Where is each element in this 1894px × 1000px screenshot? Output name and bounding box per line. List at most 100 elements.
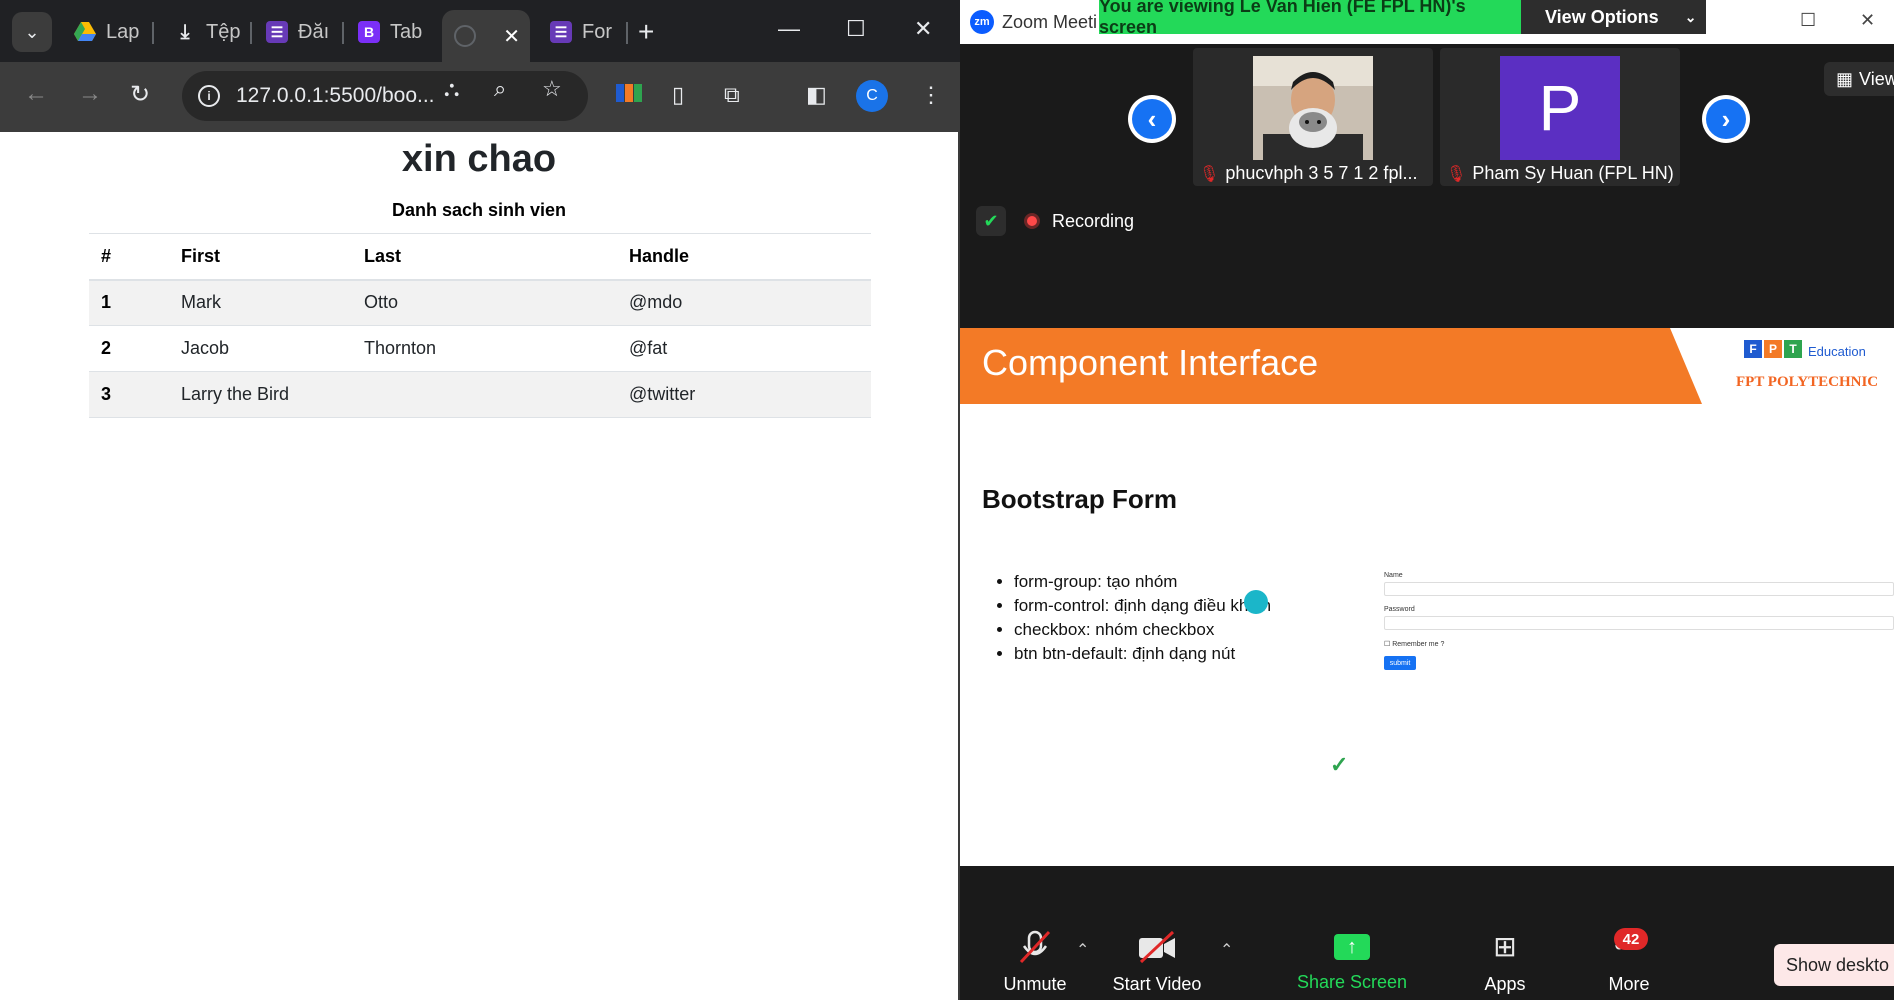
- tab-separator: [152, 22, 154, 44]
- tab-forms-1[interactable]: ☰ Đăı: [254, 12, 340, 52]
- zoom-logo: zm: [970, 10, 994, 34]
- web-page: xin chao Danh sach sinh vien # First Las…: [0, 132, 958, 1000]
- fpt-extension-icon[interactable]: [616, 82, 642, 108]
- tab-bootstrap[interactable]: B Tab: [346, 12, 432, 52]
- table-cell: Otto: [352, 279, 617, 326]
- presenter-cursor: [1244, 590, 1268, 614]
- column-header: Handle: [617, 233, 871, 281]
- tab-search-button[interactable]: ⌄: [12, 12, 52, 52]
- grid-icon: ▦: [1836, 68, 1854, 89]
- video-options-caret-icon[interactable]: ⌃: [1220, 940, 1233, 960]
- form-field: [1384, 582, 1894, 596]
- share-screen-icon: ↑: [1334, 934, 1370, 960]
- tab-label: For: [582, 20, 612, 43]
- address-text[interactable]: 127.0.0.1:5500/boo...: [236, 84, 435, 108]
- download-icon: ⤓: [180, 20, 190, 43]
- view-options-label: View Options: [1545, 6, 1659, 27]
- zoom-window-title: Zoom Meeti: [1002, 12, 1098, 32]
- apps-button[interactable]: ⊞ Apps: [1450, 930, 1560, 995]
- recording-indicator[interactable]: Recording: [1024, 206, 1134, 236]
- back-icon[interactable]: ←: [24, 80, 48, 108]
- mic-off-icon: 🎙: [1199, 165, 1220, 183]
- site-info-icon[interactable]: i: [198, 85, 220, 107]
- unmute-button[interactable]: Unmute: [980, 930, 1090, 995]
- zoom-icon[interactable]: ⌕: [494, 76, 506, 102]
- table-row: 3 Larry the Bird @twitter: [89, 371, 871, 418]
- security-shield-icon[interactable]: ✔: [976, 206, 1006, 236]
- start-video-button[interactable]: Start Video: [1102, 930, 1212, 995]
- mic-muted-icon: [1015, 930, 1055, 964]
- table-cell: 1: [89, 279, 169, 326]
- checkmark-icon: ✓: [1330, 752, 1349, 777]
- table-cell: Larry the Bird: [169, 371, 352, 418]
- menu-icon[interactable]: ⋮: [920, 82, 942, 108]
- table-cell: Thornton: [352, 325, 617, 372]
- gallery-view-button[interactable]: ▦ View: [1824, 62, 1894, 96]
- table-cell: @mdo: [617, 279, 871, 326]
- participant-name: 🎙 Pham Sy Huan (FPL HN): [1446, 163, 1674, 184]
- mic-off-icon: 🎙: [1446, 165, 1467, 183]
- close-tab-icon[interactable]: ✕: [503, 24, 520, 49]
- translate-icon[interactable]: ⛬: [444, 76, 459, 102]
- tab-label: Tệp: [206, 20, 241, 43]
- device-icon[interactable]: ▯: [672, 82, 684, 108]
- show-desktop-button[interactable]: Show deskto: [1774, 944, 1894, 986]
- tab-downloads[interactable]: ⤓ Tệp: [162, 12, 248, 52]
- view-options-button[interactable]: View Options ⌄: [1521, 0, 1706, 34]
- start-video-label: Start Video: [1112, 974, 1202, 994]
- chrome-window: ⌄ Lap ⤓ Tệp ☰ Đăı B Tab ✕ ☰ For + — ☐ ✕ …: [0, 0, 960, 1000]
- profile-avatar[interactable]: C: [856, 80, 888, 112]
- share-screen-button[interactable]: ↑ Share Screen: [1282, 930, 1422, 993]
- reload-icon[interactable]: ↻: [130, 80, 150, 109]
- apps-label: Apps: [1484, 974, 1526, 994]
- video-off-icon: [1137, 930, 1177, 964]
- address-bar[interactable]: i 127.0.0.1:5500/boo...: [182, 71, 588, 121]
- participant-name-text: Pham Sy Huan (FPL HN): [1472, 163, 1674, 183]
- unmute-label: Unmute: [1003, 974, 1067, 994]
- minimize-icon[interactable]: —: [778, 16, 800, 42]
- tab-strip: ⌄ Lap ⤓ Tệp ☰ Đăı B Tab ✕ ☰ For + — ☐ ✕: [0, 0, 960, 62]
- column-header: First: [169, 233, 352, 281]
- tab-label: Đăı: [298, 20, 330, 43]
- audio-options-caret-icon[interactable]: ⌃: [1076, 940, 1089, 960]
- slide-section-title: Bootstrap Form: [982, 484, 1177, 514]
- tab-drive[interactable]: Lap: [62, 12, 148, 52]
- close-window-icon[interactable]: ✕: [914, 16, 932, 42]
- table-row: 2 Jacob Thornton @fat: [89, 325, 871, 372]
- bullet-item: btn btn-default: định dạng nút: [1014, 642, 1271, 666]
- prev-participants-button[interactable]: ‹: [1128, 95, 1176, 143]
- form-field: [1384, 616, 1894, 630]
- zoom-control-bar: Unmute ⌃ Start Video ⌃ ↑ Share Screen ⊞ …: [960, 866, 1894, 1000]
- bookmark-star-icon[interactable]: ☆: [542, 76, 562, 102]
- gallery-view-label: View: [1859, 68, 1894, 89]
- more-label: More: [1608, 974, 1650, 994]
- forward-icon[interactable]: →: [78, 80, 102, 108]
- table-cell: 3: [89, 371, 169, 418]
- next-participants-button[interactable]: ›: [1702, 95, 1750, 143]
- globe-icon: [454, 25, 476, 47]
- logo-letter: F: [1744, 340, 1762, 358]
- maximize-icon[interactable]: ☐: [846, 16, 866, 42]
- students-table: # First Last Handle 1 Mark Otto @mdo 2 J…: [89, 233, 871, 418]
- table-cell: [352, 371, 617, 418]
- tab-label: Lap: [106, 20, 140, 43]
- participant-video: [1253, 56, 1373, 160]
- zoom-close-icon[interactable]: ✕: [1860, 10, 1875, 31]
- form-label: Password: [1384, 606, 1415, 613]
- share-screen-label: Share Screen: [1296, 972, 1408, 992]
- zoom-maximize-icon[interactable]: ☐: [1800, 10, 1816, 31]
- table-row: 1 Mark Otto @mdo: [89, 279, 871, 326]
- column-header: Last: [352, 233, 617, 281]
- tab-forms-2[interactable]: ☰ For: [538, 12, 624, 52]
- participant-tile[interactable]: P 🎙 Pham Sy Huan (FPL HN): [1440, 48, 1680, 186]
- checkbox-text: Remember me ?: [1392, 641, 1445, 648]
- new-tab-icon[interactable]: +: [638, 16, 654, 48]
- participant-tile[interactable]: 🎙 phucvhph 3 5 7 1 2 fpl...: [1193, 48, 1433, 186]
- form-submit-button: submit: [1384, 656, 1416, 670]
- browser-toolbar: ← → ↻ i 127.0.0.1:5500/boo... ⛬ ⌕ ☆ ▯ ⧉ …: [0, 62, 960, 132]
- extensions-icon[interactable]: ⧉: [724, 82, 740, 108]
- table-header-row: # First Last Handle: [89, 233, 871, 281]
- side-panel-icon[interactable]: ◧: [806, 82, 827, 108]
- slide-form-screenshot: Name Password ☐ Remember me ? submit: [1384, 572, 1894, 672]
- tab-active[interactable]: ✕: [442, 10, 530, 62]
